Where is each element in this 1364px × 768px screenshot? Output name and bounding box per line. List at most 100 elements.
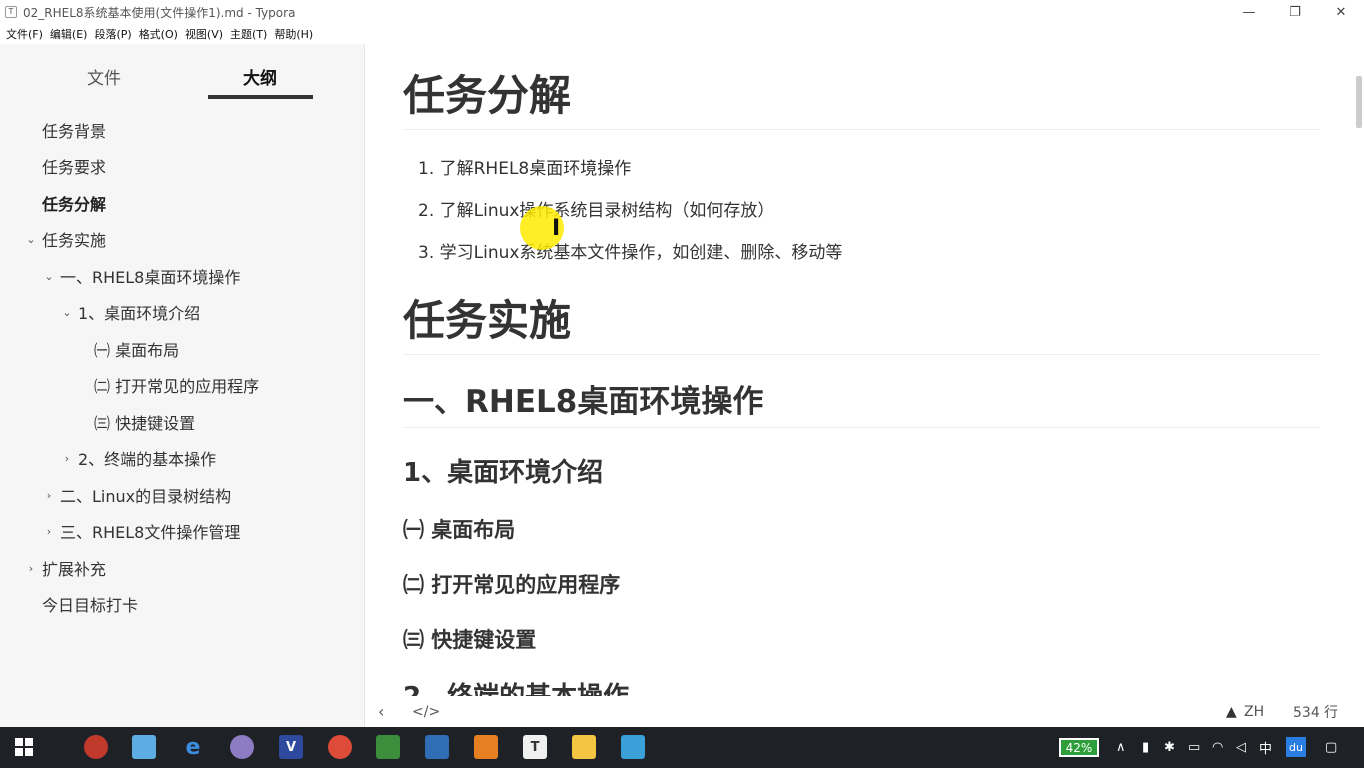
menu-theme[interactable]: 主题(T)	[230, 26, 267, 42]
menu-file[interactable]: 文件(F)	[6, 26, 43, 42]
typora-taskbar-icon[interactable]: T	[523, 735, 547, 759]
heading-open-apps[interactable]: ㈡ 打开常见的应用程序	[403, 569, 620, 599]
source-mode-icon[interactable]: </>	[412, 704, 440, 720]
warning-icon[interactable]: ▲	[1226, 704, 1237, 720]
wifi-icon[interactable]: ◠	[1212, 727, 1223, 768]
outline-label: 任务分解	[42, 195, 107, 214]
close-icon[interactable]: ✕	[1318, 0, 1364, 24]
heading-desktop-layout[interactable]: ㈠ 桌面布局	[403, 514, 515, 544]
menu-view[interactable]: 视图(V)	[185, 26, 223, 42]
restore-icon[interactable]: ❐	[1272, 0, 1318, 24]
file-explorer-icon[interactable]	[572, 735, 596, 759]
outline-label: 2、终端的基本操作	[78, 450, 217, 469]
heading-shortcuts[interactable]: ㈢ 快捷键设置	[403, 624, 536, 654]
outline-item-extensions[interactable]: › 扩展补充	[24, 553, 106, 583]
outline-item-desktop-layout[interactable]: ㈠ 桌面布局	[94, 334, 179, 364]
outline-label: ㈢ 快捷键设置	[94, 414, 196, 433]
tray-icon-2[interactable]: ✱	[1164, 727, 1175, 768]
outline-item-rhel8-file-ops[interactable]: › 三、RHEL8文件操作管理	[42, 516, 241, 546]
outline-label: ㈠ 桌面布局	[94, 341, 180, 360]
title-bar: T 02_RHEL8系统基本使用(文件操作1).md - Typora	[0, 0, 1364, 24]
active-tab-indicator	[208, 95, 313, 99]
chevron-up-icon[interactable]: ∧	[1116, 727, 1126, 768]
app-icon-2[interactable]	[132, 735, 156, 759]
outline-label: 1、桌面环境介绍	[78, 304, 201, 323]
outline-label: 任务背景	[42, 122, 107, 141]
chevron-right-icon[interactable]: ›	[24, 562, 38, 575]
heading-desktop-intro[interactable]: 1、桌面环境介绍	[403, 452, 603, 489]
outline-label: ㈡ 打开常见的应用程序	[94, 377, 260, 396]
outline-label: 一、RHEL8桌面环境操作	[60, 268, 241, 287]
heading-task-decompose[interactable]: 任务分解	[403, 62, 571, 123]
menu-edit[interactable]: 编辑(E)	[50, 26, 88, 42]
spellcheck-language[interactable]: ZH	[1244, 704, 1264, 720]
status-bar: ‹ </> ▲ ZH 534 行	[366, 696, 1364, 727]
visio-icon[interactable]: V	[279, 735, 303, 759]
chevron-down-icon[interactable]: ⌄	[60, 306, 74, 319]
outline-label: 今日目标打卡	[42, 596, 139, 615]
battery-indicator[interactable]: 42%	[1059, 738, 1099, 757]
outline-item-task-decompose[interactable]: 任务分解	[42, 188, 106, 218]
outline-item-daily-checkin[interactable]: 今日目标打卡	[42, 589, 138, 619]
outline-item-task-requirements[interactable]: 任务要求	[42, 151, 106, 181]
outline-item-rhel8-desktop[interactable]: ⌄ 一、RHEL8桌面环境操作	[42, 261, 240, 291]
volume-icon[interactable]: ◁	[1236, 727, 1246, 768]
text-cursor-icon: I	[552, 216, 561, 241]
menu-paragraph[interactable]: 段落(P)	[94, 26, 131, 42]
scrollbar-thumb[interactable]	[1356, 76, 1362, 128]
outline-item-task-implement[interactable]: ⌄ 任务实施	[24, 224, 106, 254]
app-icon-7[interactable]	[621, 735, 645, 759]
list-item[interactable]: 2. 了解Linux操作系统目录树结构（如何存放）	[418, 196, 774, 221]
outline-label: 扩展补充	[42, 560, 107, 579]
app-icon-4[interactable]	[376, 735, 400, 759]
ime-indicator[interactable]: 中	[1259, 727, 1272, 768]
chevron-down-icon[interactable]: ⌄	[42, 270, 56, 283]
app-icon-3[interactable]	[230, 735, 254, 759]
tab-files[interactable]: 文件	[87, 64, 121, 89]
menu-help[interactable]: 帮助(H)	[274, 26, 313, 42]
heading-rhel8-desktop[interactable]: 一、RHEL8桌面环境操作	[403, 376, 763, 421]
baidu-icon[interactable]: du	[1286, 737, 1306, 757]
outline-item-desktop-intro[interactable]: ⌄ 1、桌面环境介绍	[60, 297, 200, 327]
heading-task-implement[interactable]: 任务实施	[403, 287, 571, 348]
tab-outline[interactable]: 大纲	[243, 64, 277, 89]
heading-divider	[403, 354, 1320, 355]
tray-icon-3[interactable]: ▭	[1188, 727, 1200, 768]
minimize-icon[interactable]: —	[1226, 0, 1272, 24]
typora-app-icon: T	[5, 6, 17, 18]
list-item[interactable]: 1. 了解RHEL8桌面环境操作	[418, 154, 631, 179]
chevron-down-icon[interactable]: ⌄	[24, 233, 38, 246]
taskbar: e V T 42% ∧ ▮ ✱ ▭ ◠ ◁ 中 du ▢	[0, 727, 1364, 768]
outline-item-shortcuts[interactable]: ㈢ 快捷键设置	[94, 407, 195, 437]
app-icon-6[interactable]	[474, 735, 498, 759]
app-icon-1[interactable]	[84, 735, 108, 759]
outline-label: 任务要求	[42, 158, 107, 177]
outline-item-linux-dir-tree[interactable]: › 二、Linux的目录树结构	[42, 480, 231, 510]
editor-pane[interactable]: 任务分解 1. 了解RHEL8桌面环境操作 2. 了解Linux操作系统目录树结…	[366, 44, 1364, 696]
notification-icon[interactable]: ▢	[1325, 727, 1337, 768]
chevron-right-icon[interactable]: ›	[60, 452, 74, 465]
editor-scrollbar[interactable]	[1354, 44, 1364, 696]
chevron-right-icon[interactable]: ›	[42, 525, 56, 538]
toggle-sidebar-icon[interactable]: ‹	[378, 702, 384, 721]
line-count[interactable]: 534 行	[1293, 702, 1338, 722]
outline-label: 三、RHEL8文件操作管理	[60, 523, 241, 542]
outline-item-terminal-basics[interactable]: › 2、终端的基本操作	[60, 443, 216, 473]
window-title: 02_RHEL8系统基本使用(文件操作1).md - Typora	[23, 5, 296, 20]
edge-browser-icon[interactable]: e	[181, 735, 205, 760]
app-icon-5[interactable]	[425, 735, 449, 759]
heading-terminal-basics[interactable]: 2、终端的基本操作	[403, 676, 629, 696]
chevron-right-icon[interactable]: ›	[42, 489, 56, 502]
sidebar-tabs: 文件 大纲	[0, 44, 364, 114]
outline-item-open-apps[interactable]: ㈡ 打开常见的应用程序	[94, 370, 259, 400]
list-item[interactable]: 3. 学习Linux系统基本文件操作，如创建、删除、移动等	[418, 238, 842, 263]
tray-icon-1[interactable]: ▮	[1142, 727, 1149, 768]
heading-divider	[403, 427, 1320, 428]
sidebar: 文件 大纲 任务背景 任务要求 任务分解 ⌄ 任务实施 ⌄ 一、RHEL8桌面环境操…	[0, 44, 365, 727]
chrome-icon[interactable]	[328, 735, 352, 759]
outline-label: 二、Linux的目录树结构	[60, 487, 232, 506]
outline-label: 任务实施	[42, 231, 107, 250]
windows-start-icon[interactable]	[14, 737, 34, 757]
menu-format[interactable]: 格式(O)	[139, 26, 178, 42]
outline-item-task-background[interactable]: 任务背景	[42, 115, 106, 145]
